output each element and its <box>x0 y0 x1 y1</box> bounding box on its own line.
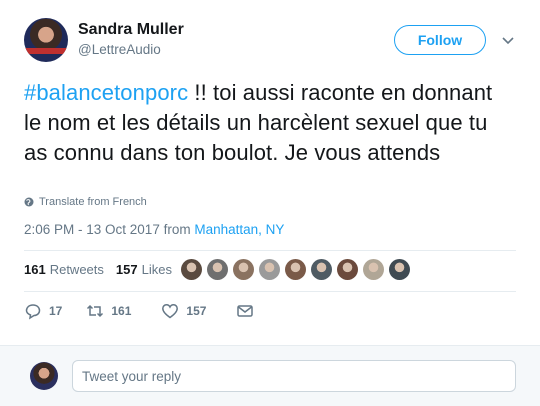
liker-avatar[interactable] <box>389 259 410 280</box>
liker-avatar[interactable] <box>181 259 202 280</box>
liker-avatar[interactable] <box>259 259 280 280</box>
liker-avatar[interactable] <box>233 259 254 280</box>
liker-avatars <box>181 259 410 280</box>
retweet-icon <box>87 304 104 318</box>
likes-label: Likes <box>141 262 172 277</box>
retweets-label: Retweets <box>49 262 104 277</box>
globe-icon <box>24 197 34 207</box>
reply-button[interactable]: 17 <box>24 302 62 320</box>
reply-bar: Tweet your reply <box>0 345 540 406</box>
follow-button[interactable]: Follow <box>394 25 486 55</box>
author-avatar[interactable] <box>24 18 68 62</box>
likes-count: 157 <box>115 262 138 277</box>
heart-icon <box>162 304 179 319</box>
translate-label: Translate from French <box>39 196 147 208</box>
like-button[interactable]: 157 <box>161 302 206 320</box>
liker-avatar[interactable] <box>207 259 228 280</box>
translate-link[interactable]: Translate from French <box>24 196 147 208</box>
author-handle[interactable]: @LettreAudio <box>78 42 161 57</box>
liker-avatar[interactable] <box>337 259 358 280</box>
tweet-meta: 2:06 PM - 13 Oct 2017 from Manhattan, NY <box>24 222 284 237</box>
divider <box>24 250 516 251</box>
chevron-down-icon[interactable] <box>500 32 516 48</box>
hashtag-link[interactable]: #balancetonporc <box>24 80 188 105</box>
timestamp[interactable]: 2:06 PM - 13 Oct 2017 from <box>24 222 194 237</box>
reply-input[interactable]: Tweet your reply <box>72 360 516 392</box>
reply-placeholder: Tweet your reply <box>82 368 182 384</box>
retweets-count: 161 <box>24 262 46 277</box>
reply-count: 17 <box>49 304 63 318</box>
like-count: 157 <box>186 304 207 318</box>
location-link[interactable]: Manhattan, NY <box>194 222 284 237</box>
retweet-count: 161 <box>111 304 132 318</box>
divider <box>24 291 516 292</box>
engagement-stats: 161 Retweets 157 Likes <box>24 262 172 277</box>
direct-message-button[interactable] <box>236 302 254 320</box>
liker-avatar[interactable] <box>285 259 306 280</box>
retweet-button[interactable]: 161 <box>86 302 131 320</box>
tweet-actions: 17 161 157 <box>24 302 254 320</box>
tweet-text: #balancetonporc !! toi aussi raconte en … <box>24 78 514 168</box>
user-avatar <box>30 362 58 390</box>
retweets-stat[interactable]: 161 Retweets <box>24 262 104 277</box>
envelope-icon <box>237 305 254 317</box>
author-name[interactable]: Sandra Muller <box>78 21 184 39</box>
liker-avatar[interactable] <box>311 259 332 280</box>
liker-avatar[interactable] <box>363 259 384 280</box>
likes-stat[interactable]: 157 Likes <box>116 262 172 277</box>
reply-icon <box>25 304 41 320</box>
